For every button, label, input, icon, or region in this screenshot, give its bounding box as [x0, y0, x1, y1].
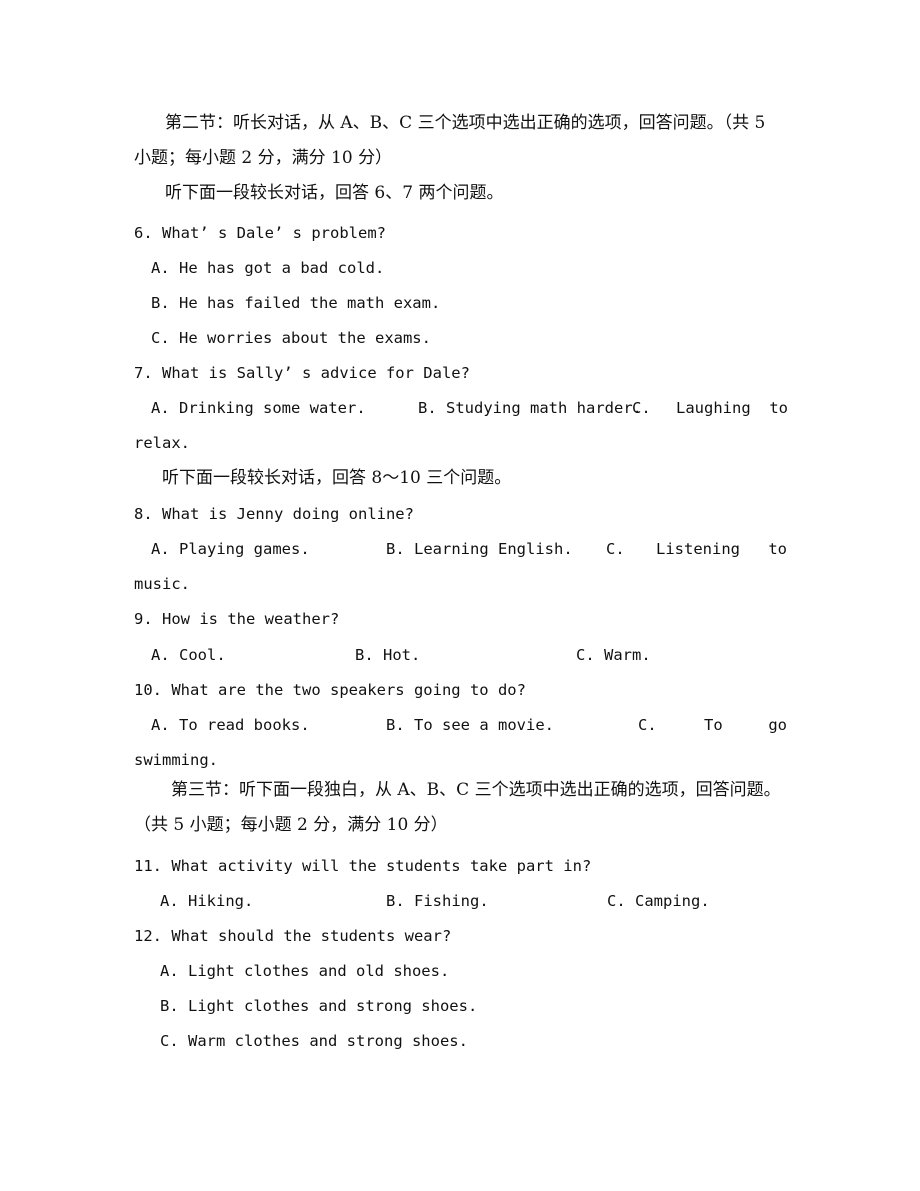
option-text: Playing games. [179, 540, 310, 558]
option-label: A. [151, 646, 170, 664]
option-8a: A. Playing games. [151, 539, 310, 559]
option-9a: A. Cool. [151, 645, 226, 665]
option-label: B. [355, 646, 374, 664]
option-text: He worries about the exams. [179, 329, 431, 347]
option-7c-text: Laughing to [676, 398, 788, 418]
option-text: To go [704, 716, 787, 734]
question-text: What is Jenny doing online? [162, 505, 414, 523]
option-10a: A. To read books. [151, 715, 310, 735]
option-7b: B. Studying math harder. [418, 398, 642, 418]
question-number: 6. [134, 224, 153, 242]
option-label: B. [151, 294, 170, 312]
option-label: A. [151, 540, 170, 558]
option-label: B. [160, 997, 179, 1015]
option-text: Fishing. [414, 892, 489, 910]
option-12c: C. Warm clothes and strong shoes. [160, 1031, 468, 1051]
option-text: Hot. [383, 646, 421, 664]
question-text: How is the weather? [162, 610, 340, 628]
option-11c: C. Camping. [607, 891, 710, 911]
option-label: B. [386, 540, 405, 558]
option-label: C. [151, 329, 170, 347]
option-8b: B. Learning English. [386, 539, 573, 559]
option-11b: B. Fishing. [386, 891, 489, 911]
question-number: 9. [134, 610, 153, 628]
option-label: C. [632, 399, 651, 417]
question-number: 12. [134, 927, 162, 945]
option-text: Drinking some water. [179, 399, 366, 417]
option-8c-wrap: music. [134, 575, 190, 593]
option-6c: C. He worries about the exams. [151, 328, 431, 348]
option-text: Listening to [656, 540, 787, 558]
option-10c-text: To go [704, 715, 787, 735]
option-label: B. [386, 892, 405, 910]
option-label: C. [607, 892, 626, 910]
question-7: 7. What is Sally’ s advice for Dale? [134, 363, 470, 383]
instruction-8-10: 听下面一段较长对话，回答 8～10 三个问题。 [162, 468, 512, 488]
option-9c: C. Warm. [576, 645, 651, 665]
question-number: 10. [134, 681, 162, 699]
option-label: A. [160, 892, 179, 910]
option-label: B. [418, 399, 437, 417]
option-12b: B. Light clothes and strong shoes. [160, 996, 477, 1016]
option-text: Studying math harder. [446, 399, 642, 417]
option-10b: B. To see a movie. [386, 715, 554, 735]
option-11a: A. Hiking. [160, 891, 253, 911]
option-text: He has got a bad cold. [179, 259, 385, 277]
option-label: C. [160, 1032, 179, 1050]
option-7c-wrap: relax. [134, 434, 190, 452]
option-6a: A. He has got a bad cold. [151, 258, 384, 278]
option-6b: B. He has failed the math exam. [151, 293, 440, 313]
question-8: 8. What is Jenny doing online? [134, 504, 414, 524]
option-text: To read books. [179, 716, 310, 734]
option-text: Warm clothes and strong shoes. [188, 1032, 468, 1050]
option-label: A. [151, 399, 170, 417]
option-text: Hiking. [188, 892, 254, 910]
option-10c-wrap: swimming. [134, 751, 218, 769]
option-label: A. [151, 716, 170, 734]
question-number: 7. [134, 364, 153, 382]
option-text: Learning English. [414, 540, 573, 558]
option-7c: C. [632, 398, 651, 418]
section3-heading-line2: （共 5 小题；每小题 2 分，满分 10 分） [134, 815, 448, 835]
option-text: To see a movie. [414, 716, 554, 734]
option-text: Laughing to [676, 399, 788, 417]
option-label: C. [576, 646, 595, 664]
option-text: He has failed the math exam. [179, 294, 441, 312]
section2-heading-line1: 第二节：听长对话，从 A、B、C 三个选项中选出正确的选项，回答问题。（共 5 [165, 113, 766, 133]
question-12: 12. What should the students wear? [134, 926, 451, 946]
question-text: What activity will the students take par… [171, 857, 592, 875]
question-number: 8. [134, 505, 153, 523]
option-text: Camping. [635, 892, 710, 910]
option-label: C. [638, 716, 657, 734]
question-6: 6. What’ s Dale’ s problem? [134, 223, 386, 243]
option-label: C. [606, 540, 625, 558]
option-8c-text: Listening to [656, 539, 787, 559]
option-text: Warm. [604, 646, 651, 664]
option-text: Light clothes and strong shoes. [188, 997, 478, 1015]
section2-heading-line2: 小题；每小题 2 分，满分 10 分） [134, 148, 393, 168]
option-8c: C. [606, 539, 625, 559]
option-10c: C. [638, 715, 657, 735]
option-label: A. [160, 962, 179, 980]
option-text: Light clothes and old shoes. [188, 962, 450, 980]
option-label: B. [386, 716, 405, 734]
question-text: What should the students wear? [171, 927, 452, 945]
section3-heading-line1: 第三节：听下面一段独白，从 A、B、C 三个选项中选出正确的选项，回答问题。 [171, 780, 781, 800]
question-text: What is Sally’ s advice for Dale? [162, 364, 470, 382]
option-12a: A. Light clothes and old shoes. [160, 961, 449, 981]
question-11: 11. What activity will the students take… [134, 856, 591, 876]
option-9b: B. Hot. [355, 645, 420, 665]
question-9: 9. How is the weather? [134, 609, 339, 629]
question-text: What’ s Dale’ s problem? [162, 224, 386, 242]
question-number: 11. [134, 857, 162, 875]
option-text: Cool. [179, 646, 226, 664]
instruction-6-7: 听下面一段较长对话，回答 6、7 两个问题。 [165, 183, 504, 203]
exam-page: 第二节：听长对话，从 A、B、C 三个选项中选出正确的选项，回答问题。（共 5 … [0, 0, 920, 1191]
option-7a: A. Drinking some water. [151, 398, 366, 418]
option-label: A. [151, 259, 170, 277]
question-text: What are the two speakers going to do? [171, 681, 526, 699]
question-10: 10. What are the two speakers going to d… [134, 680, 526, 700]
